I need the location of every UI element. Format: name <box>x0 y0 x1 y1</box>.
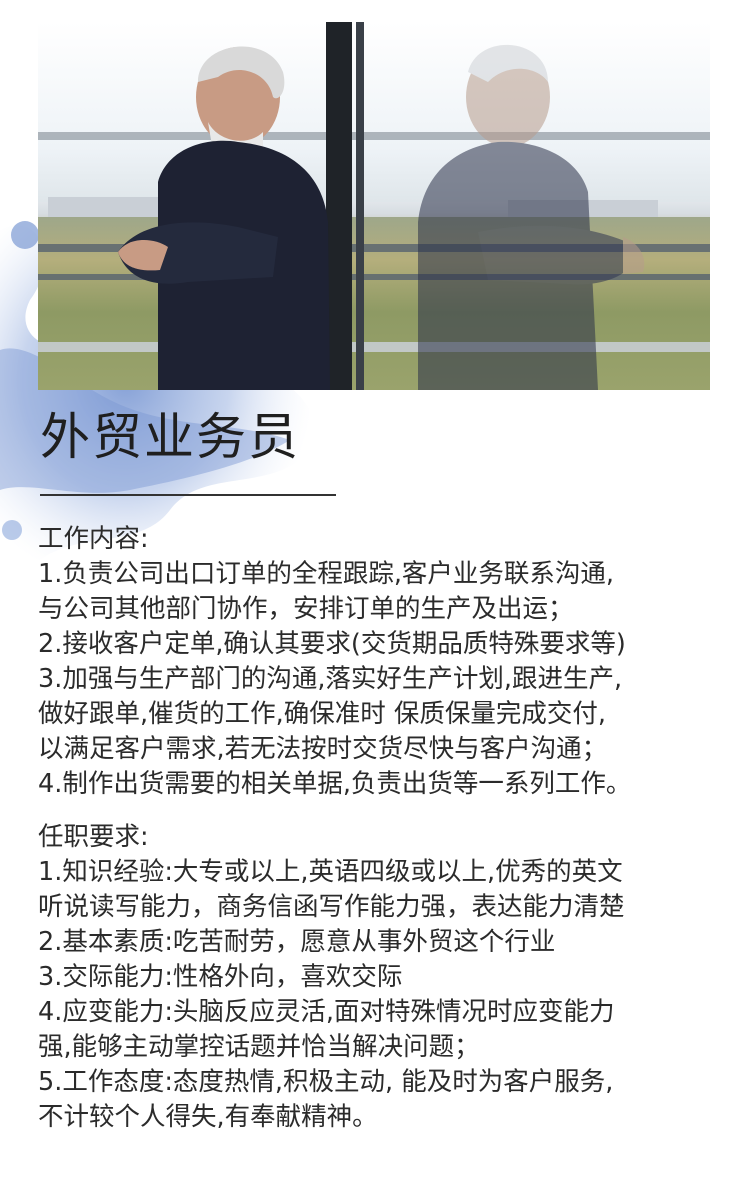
job-content-line: 4.制作出货需要的相关单据,负责出货等一系列工作。 <box>38 769 632 799</box>
job-content-section: 工作内容: 1.负责公司出口订单的全程跟踪,客户业务联系沟通, 与公司其他部门协… <box>38 522 631 802</box>
requirement-line: 1.知识经验:大专或以上,英语四级或以上,优秀的英文 <box>38 857 623 887</box>
job-content-heading: 工作内容: <box>38 524 149 554</box>
requirement-line: 2.基本素质:吃苦耐劳，愿意从事外贸这个行业 <box>38 927 556 957</box>
job-content-line: 以满足客户需求,若无法按时交货尽快与客户沟通； <box>38 734 608 764</box>
job-content-line: 2.接收客户定单,确认其要求(交货期品质特殊要求等) <box>38 629 626 659</box>
requirement-line: 3.交际能力:性格外向，喜欢交际 <box>38 962 403 992</box>
hero-photo <box>38 22 710 390</box>
job-content-line: 做好跟单,催货的工作,确保准时 保质保量完成交付, <box>38 699 606 729</box>
requirement-line: 4.应变能力:头脑反应灵活,面对特殊情况时应变能力 <box>38 997 615 1027</box>
requirement-line: 强,能够主动掌控话题并恰当解决问题； <box>38 1032 480 1062</box>
job-content-line: 与公司其他部门协作，安排订单的生产及出运； <box>38 594 574 624</box>
requirements-section: 任职要求: 1.知识经验:大专或以上,英语四级或以上,优秀的英文 听说读写能力，… <box>38 820 625 1135</box>
job-content-line: 1.负责公司出口订单的全程跟踪,客户业务联系沟通, <box>38 559 615 589</box>
businessman-figure <box>118 46 330 390</box>
window-reflection <box>418 44 645 390</box>
requirements-heading: 任职要求: <box>38 822 149 852</box>
page-title: 外贸业务员 <box>40 408 300 466</box>
requirement-line: 不计较个人得失,有奉献精神。 <box>38 1102 378 1132</box>
job-content-line: 3.加强与生产部门的沟通,落实好生产计划,跟进生产, <box>38 664 623 694</box>
requirement-line: 听说读写能力，商务信函写作能力强，表达能力清楚 <box>38 892 625 922</box>
requirement-line: 5.工作态度:态度热情,积极主动, 能及时为客户服务, <box>38 1067 614 1097</box>
title-underline <box>40 494 336 496</box>
